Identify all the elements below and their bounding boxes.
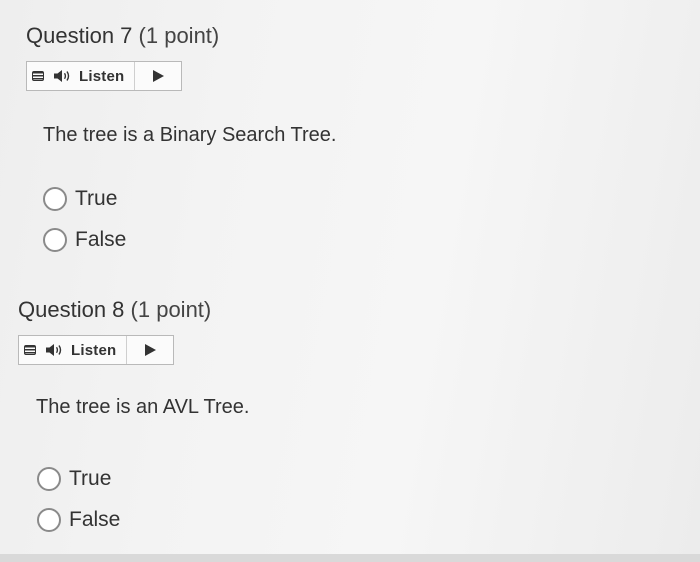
menu-icon (24, 345, 36, 355)
menu-icon (32, 71, 44, 81)
listen-menu-button[interactable] (27, 62, 49, 90)
listen-label: Listen (79, 67, 125, 85)
answer-options: True False (37, 458, 668, 540)
radio-button[interactable] (43, 186, 67, 211)
play-button[interactable] (127, 336, 173, 364)
speaker-icon (45, 343, 65, 357)
listen-menu-button[interactable] (19, 336, 41, 364)
bottom-edge (0, 554, 700, 562)
option-true[interactable]: True (37, 458, 668, 499)
question-number: Question 7 (26, 23, 133, 48)
play-icon (152, 70, 164, 82)
listen-toolbar: Listen (26, 61, 183, 91)
listen-toolbar: Listen (18, 335, 175, 365)
option-false[interactable]: False (37, 499, 668, 540)
option-label: False (75, 227, 127, 251)
question-points: (1 point) (138, 23, 220, 48)
option-label: True (69, 466, 112, 490)
question-7: Question 7 (1 point) Listen The tree is … (26, 22, 676, 260)
question-text: The tree is an AVL Tree. (36, 396, 250, 418)
listen-label: Listen (71, 341, 117, 359)
listen-button[interactable]: Listen (41, 336, 128, 364)
play-icon (144, 344, 156, 356)
listen-button[interactable]: Listen (49, 62, 136, 90)
answer-options: True False (43, 178, 676, 260)
question-title: Question 7 (1 point) (26, 22, 676, 50)
question-text: The tree is a Binary Search Tree. (43, 124, 337, 146)
option-label: False (69, 507, 121, 531)
question-number: Question 8 (18, 297, 125, 322)
option-false[interactable]: False (43, 219, 676, 260)
radio-button[interactable] (37, 466, 61, 491)
option-true[interactable]: True (43, 178, 676, 219)
question-title: Question 8 (1 point) (18, 296, 668, 324)
speaker-icon (53, 69, 73, 83)
question-points: (1 point) (130, 297, 212, 322)
radio-button[interactable] (37, 507, 61, 532)
question-8: Question 8 (1 point) Listen The tree is … (18, 296, 668, 540)
play-button[interactable] (135, 62, 181, 90)
radio-button[interactable] (43, 227, 67, 252)
option-label: True (75, 186, 118, 210)
